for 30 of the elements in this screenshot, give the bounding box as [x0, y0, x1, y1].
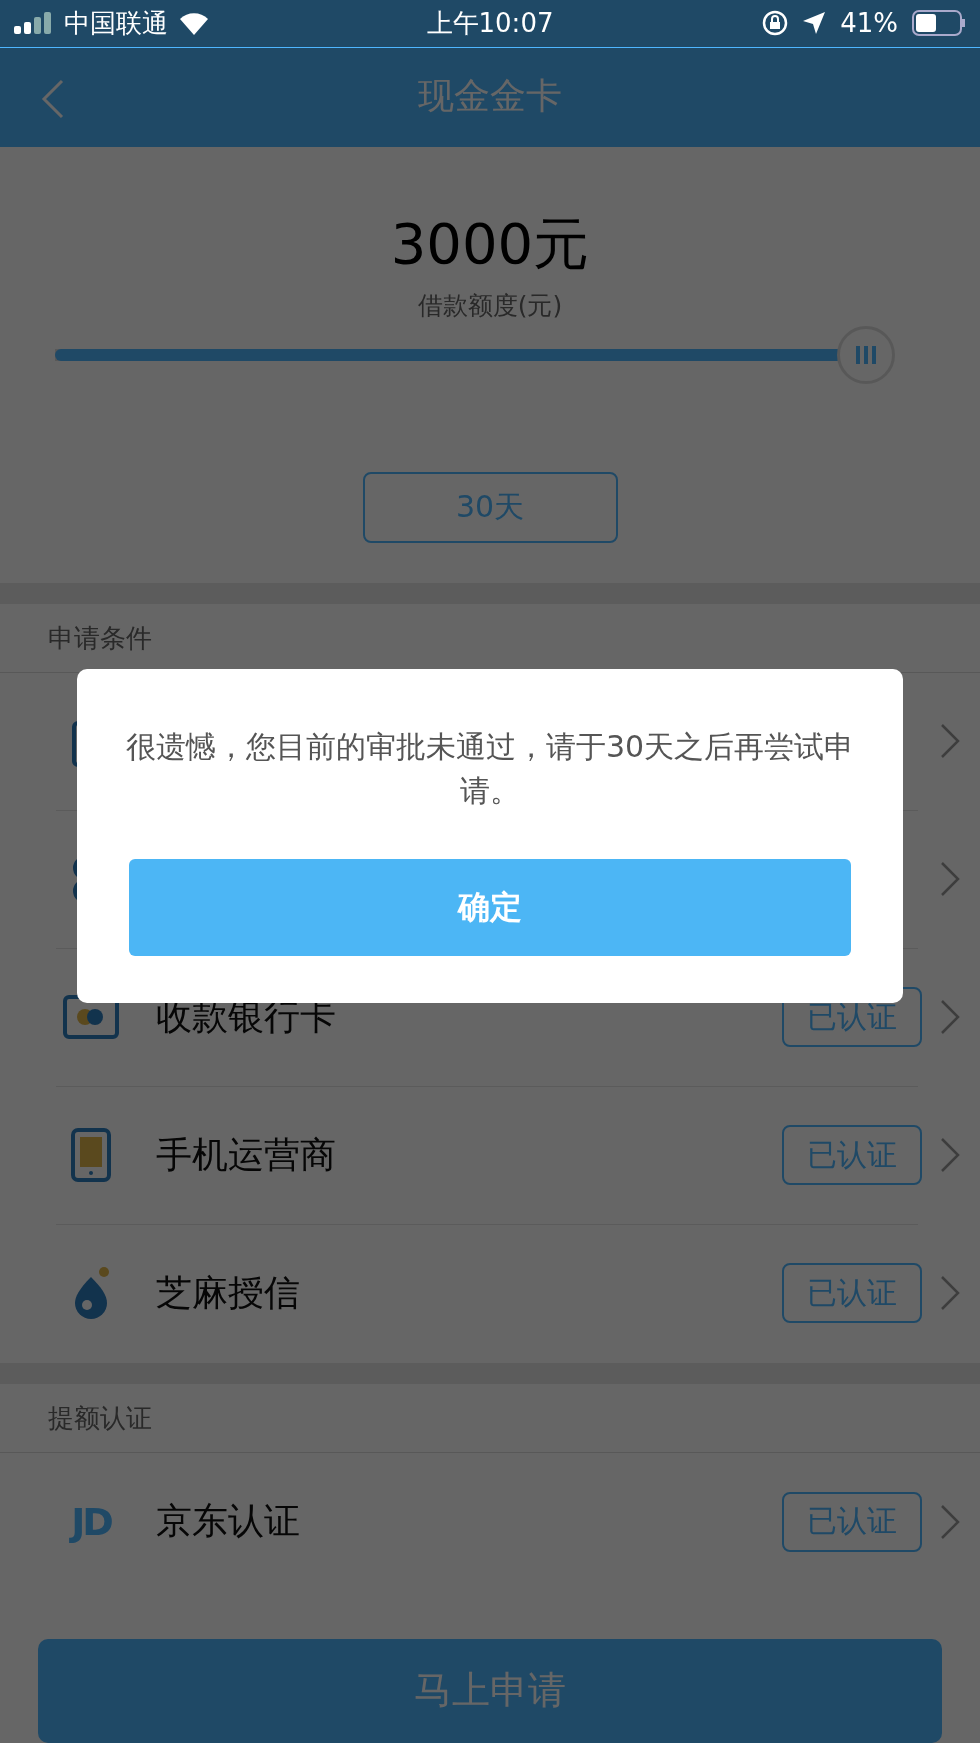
chevron-icon — [940, 723, 960, 760]
section-title: 申请条件 — [48, 621, 152, 655]
chevron-icon — [940, 1137, 960, 1174]
clock-time: 上午10:07 — [426, 6, 554, 40]
signal-icon — [14, 12, 54, 35]
rotation-lock-icon — [762, 10, 789, 37]
battery-icon — [912, 10, 966, 37]
page-title: 现金金卡 — [418, 74, 562, 119]
chevron-icon — [940, 861, 960, 898]
dialog-message: 很遗憾，您目前的审批未通过，请于30天之后再尝试申请。 — [125, 728, 855, 810]
chevron-icon — [940, 999, 960, 1036]
wifi-icon — [178, 11, 210, 36]
chevron-icon — [940, 1275, 960, 1312]
item-title[interactable]: 芝麻授信 — [156, 1268, 782, 1318]
item-title[interactable]: 京东认证 — [156, 1497, 782, 1546]
amount-label: 借款额度(元) — [417, 289, 563, 322]
verified-badge: 已认证 — [782, 1491, 922, 1552]
section-title: 提额认证 — [48, 1401, 152, 1435]
location-icon — [802, 11, 827, 36]
verified-badge: 已认证 — [782, 1263, 922, 1324]
jd-logo: JD — [71, 1499, 111, 1544]
carrier-name: 中国联通 — [64, 6, 168, 40]
item-title[interactable]: 手机运营商 — [156, 1130, 782, 1180]
confirm-button[interactable]: 确定 — [129, 859, 851, 956]
phone-icon — [71, 1128, 111, 1183]
loan-amount: 3000元 — [390, 209, 590, 278]
verified-badge: 已认证 — [782, 1125, 922, 1186]
chevron-icon — [940, 1503, 960, 1540]
back-icon[interactable] — [40, 78, 64, 119]
battery-percent: 41% — [840, 8, 898, 39]
